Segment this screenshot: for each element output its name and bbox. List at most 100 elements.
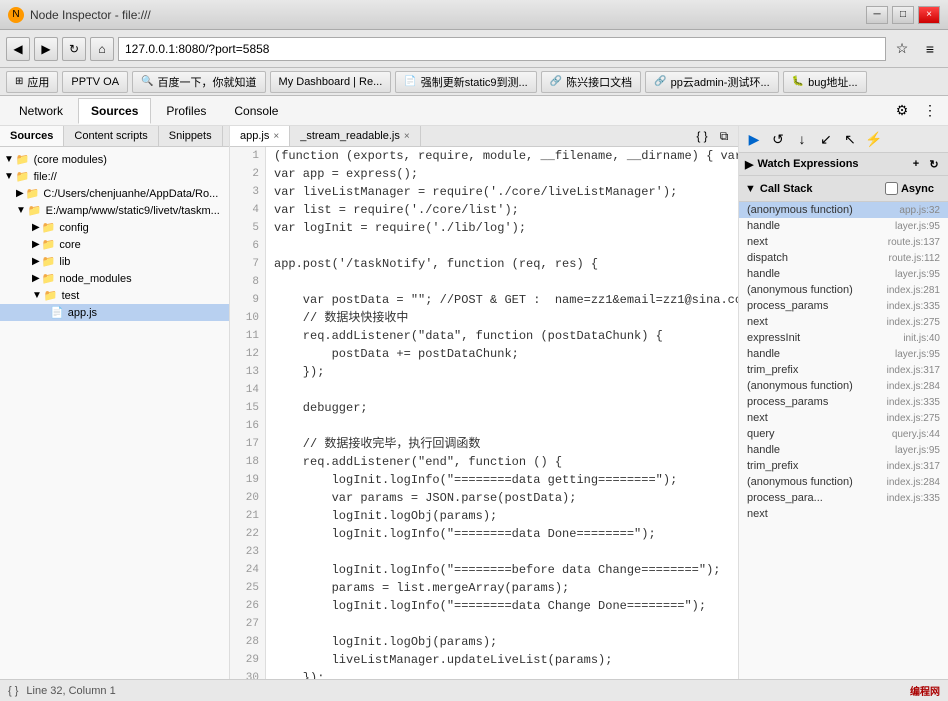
bookmark-api-doc[interactable]: 🔗 陈兴接口文档 — [541, 71, 641, 93]
call-stack-item[interactable]: handlelayer.js:95 — [739, 442, 948, 458]
call-stack-item[interactable]: nextroute.js:137 — [739, 234, 948, 250]
bookmark-pp-admin[interactable]: 🔗 pp云admin-测试环... — [645, 71, 778, 93]
add-watch-icon[interactable]: + — [908, 156, 924, 172]
deactivate-button[interactable]: ⚡ — [863, 128, 885, 150]
close-button[interactable]: × — [918, 6, 940, 24]
bookmark-label: My Dashboard | Re... — [279, 76, 383, 88]
tab-snippets[interactable]: Snippets — [159, 126, 223, 146]
address-input[interactable] — [118, 37, 886, 61]
tree-wamp[interactable]: ▼ 📁 E:/wamp/www/static9/livetv/taskm... — [0, 202, 229, 219]
home-button[interactable]: ⌂ — [90, 37, 114, 61]
forward-button[interactable]: ▶ — [34, 37, 58, 61]
code-line: logInit.logInfo("========data Change Don… — [274, 597, 730, 615]
call-stack-item[interactable]: handlelayer.js:95 — [739, 218, 948, 234]
tree-config[interactable]: ▶ 📁 config — [0, 219, 229, 236]
minimize-button[interactable]: ─ — [866, 6, 888, 24]
refresh-button[interactable]: ↻ — [62, 37, 86, 61]
refresh-watch-icon[interactable]: ↻ — [926, 156, 942, 172]
tree-core[interactable]: ▶ 📁 core — [0, 236, 229, 253]
bookmark-star-icon[interactable]: ☆ — [890, 37, 914, 61]
file-tab-stream-readable[interactable]: _stream_readable.js × — [290, 126, 421, 146]
call-stack-item[interactable]: (anonymous function)index.js:281 — [739, 282, 948, 298]
call-stack-item[interactable]: trim_prefixindex.js:317 — [739, 458, 948, 474]
folder-icon: 📁 — [42, 272, 56, 285]
tree-item-label: file:// — [34, 171, 57, 183]
bookmark-dashboard[interactable]: My Dashboard | Re... — [270, 71, 392, 93]
call-function-name: expressInit — [747, 332, 800, 344]
step-into-button[interactable]: ↙ — [815, 128, 837, 150]
call-stack-item[interactable]: (anonymous function)app.js:32 — [739, 202, 948, 218]
call-stack-item[interactable]: query query.js:44 — [739, 426, 948, 442]
call-stack-item[interactable]: process_para...index.js:335 — [739, 490, 948, 506]
code-line: logInit.logObj(params); — [274, 507, 730, 525]
code-line: var list = require('./core/list'); — [274, 201, 730, 219]
call-stack-item[interactable]: process_paramsindex.js:335 — [739, 394, 948, 410]
format-icon[interactable]: { } — [692, 126, 712, 146]
tree-test[interactable]: ▼ 📁 test — [0, 287, 229, 304]
menu-icon[interactable]: ≡ — [918, 37, 942, 61]
tab-console[interactable]: Console — [221, 98, 291, 124]
call-stack-item[interactable]: dispatchroute.js:112 — [739, 250, 948, 266]
close-tab-icon[interactable]: × — [273, 131, 279, 142]
bookmark-baidu[interactable]: 🔍 百度一下，你就知道 — [132, 71, 265, 93]
call-stack-item[interactable]: expressInitinit.js:40 — [739, 330, 948, 346]
call-file-location: query.js:44 — [892, 429, 940, 440]
code-area[interactable]: 1234567891011121314151617181920212223242… — [230, 147, 738, 679]
tab-sources-left[interactable]: Sources — [0, 126, 64, 146]
call-stack-item[interactable]: nextindex.js:275 — [739, 314, 948, 330]
call-function-name: handle — [747, 348, 780, 360]
pause-button[interactable]: ↺ — [767, 128, 789, 150]
bookmark-apps[interactable]: ⊞ 应用 — [6, 71, 58, 93]
async-checkbox[interactable] — [885, 182, 898, 195]
tree-item-label: C:/Users/chenjuanhe/AppData/Ro... — [43, 188, 218, 200]
window-controls[interactable]: ─ □ × — [866, 6, 940, 24]
call-stack-item[interactable]: (anonymous function)index.js:284 — [739, 378, 948, 394]
tab-network[interactable]: Network — [6, 98, 76, 124]
bookmark-label: 百度一下，你就知道 — [158, 74, 257, 90]
call-stack-item[interactable]: process_paramsindex.js:335 — [739, 298, 948, 314]
tab-profiles[interactable]: Profiles — [153, 98, 219, 124]
split-icon[interactable]: ⧉ — [714, 126, 734, 146]
tree-item-label: E:/wamp/www/static9/livetv/taskm... — [46, 205, 220, 217]
bookmark-bug[interactable]: 🐛 bug地址... — [783, 71, 867, 93]
call-stack-item[interactable]: (anonymous function)index.js:284 — [739, 474, 948, 490]
call-stack-item[interactable]: nextindex.js:275 — [739, 410, 948, 426]
call-file-location: layer.js:95 — [895, 445, 940, 456]
settings-icon[interactable]: ⚙ — [890, 99, 914, 123]
more-icon[interactable]: ⋮ — [918, 99, 942, 123]
tree-file-root[interactable]: ▼ 📁 file:// — [0, 168, 229, 185]
step-over-button[interactable]: ↓ — [791, 128, 813, 150]
back-button[interactable]: ◀ — [6, 37, 30, 61]
call-file-location: index.js:317 — [887, 461, 940, 472]
call-function-name: query — [747, 428, 775, 440]
code-line: }); — [274, 363, 730, 381]
async-checkbox-container[interactable]: Async — [877, 179, 942, 198]
resume-button[interactable]: ▶ — [743, 128, 765, 150]
call-stack-header[interactable]: ▼ Call Stack Async — [739, 176, 948, 201]
tree-core-modules[interactable]: ▼ 📁 (core modules) — [0, 151, 229, 168]
bookmark-static[interactable]: 📄 强制更新static9到测... — [395, 71, 536, 93]
tree-lib[interactable]: ▶ 📁 lib — [0, 253, 229, 270]
close-tab-icon[interactable]: × — [404, 131, 410, 142]
tree-node-modules[interactable]: ▶ 📁 node_modules — [0, 270, 229, 287]
tab-sources[interactable]: Sources — [78, 98, 151, 124]
call-stack-item[interactable]: handlelayer.js:95 — [739, 266, 948, 282]
tree-appdata[interactable]: ▶ 📁 C:/Users/chenjuanhe/AppData/Ro... — [0, 185, 229, 202]
call-stack-item[interactable]: next — [739, 506, 948, 522]
code-line: logInit.logInfo("========data getting===… — [274, 471, 730, 489]
call-stack-item[interactable]: trim_prefixindex.js:317 — [739, 362, 948, 378]
line-number: 16 — [236, 417, 259, 435]
watch-actions: + ↻ — [908, 156, 942, 172]
maximize-button[interactable]: □ — [892, 6, 914, 24]
bookmark-label: 强制更新static9到测... — [421, 74, 528, 90]
step-out-button[interactable]: ↖ — [839, 128, 861, 150]
call-file-location: index.js:275 — [887, 317, 940, 328]
tab-content-scripts[interactable]: Content scripts — [64, 126, 158, 146]
call-stack-item[interactable]: handlelayer.js:95 — [739, 346, 948, 362]
tree-app-js[interactable]: 📄 app.js — [0, 304, 229, 321]
bookmark-label: pp云admin-测试环... — [671, 74, 770, 90]
tree-arrow-icon: ▶ — [16, 188, 24, 199]
bookmark-pptv[interactable]: PPTV OA — [62, 71, 128, 93]
file-tab-app-js[interactable]: app.js × — [230, 126, 290, 146]
watch-header[interactable]: ▶ Watch Expressions + ↻ — [739, 153, 948, 175]
